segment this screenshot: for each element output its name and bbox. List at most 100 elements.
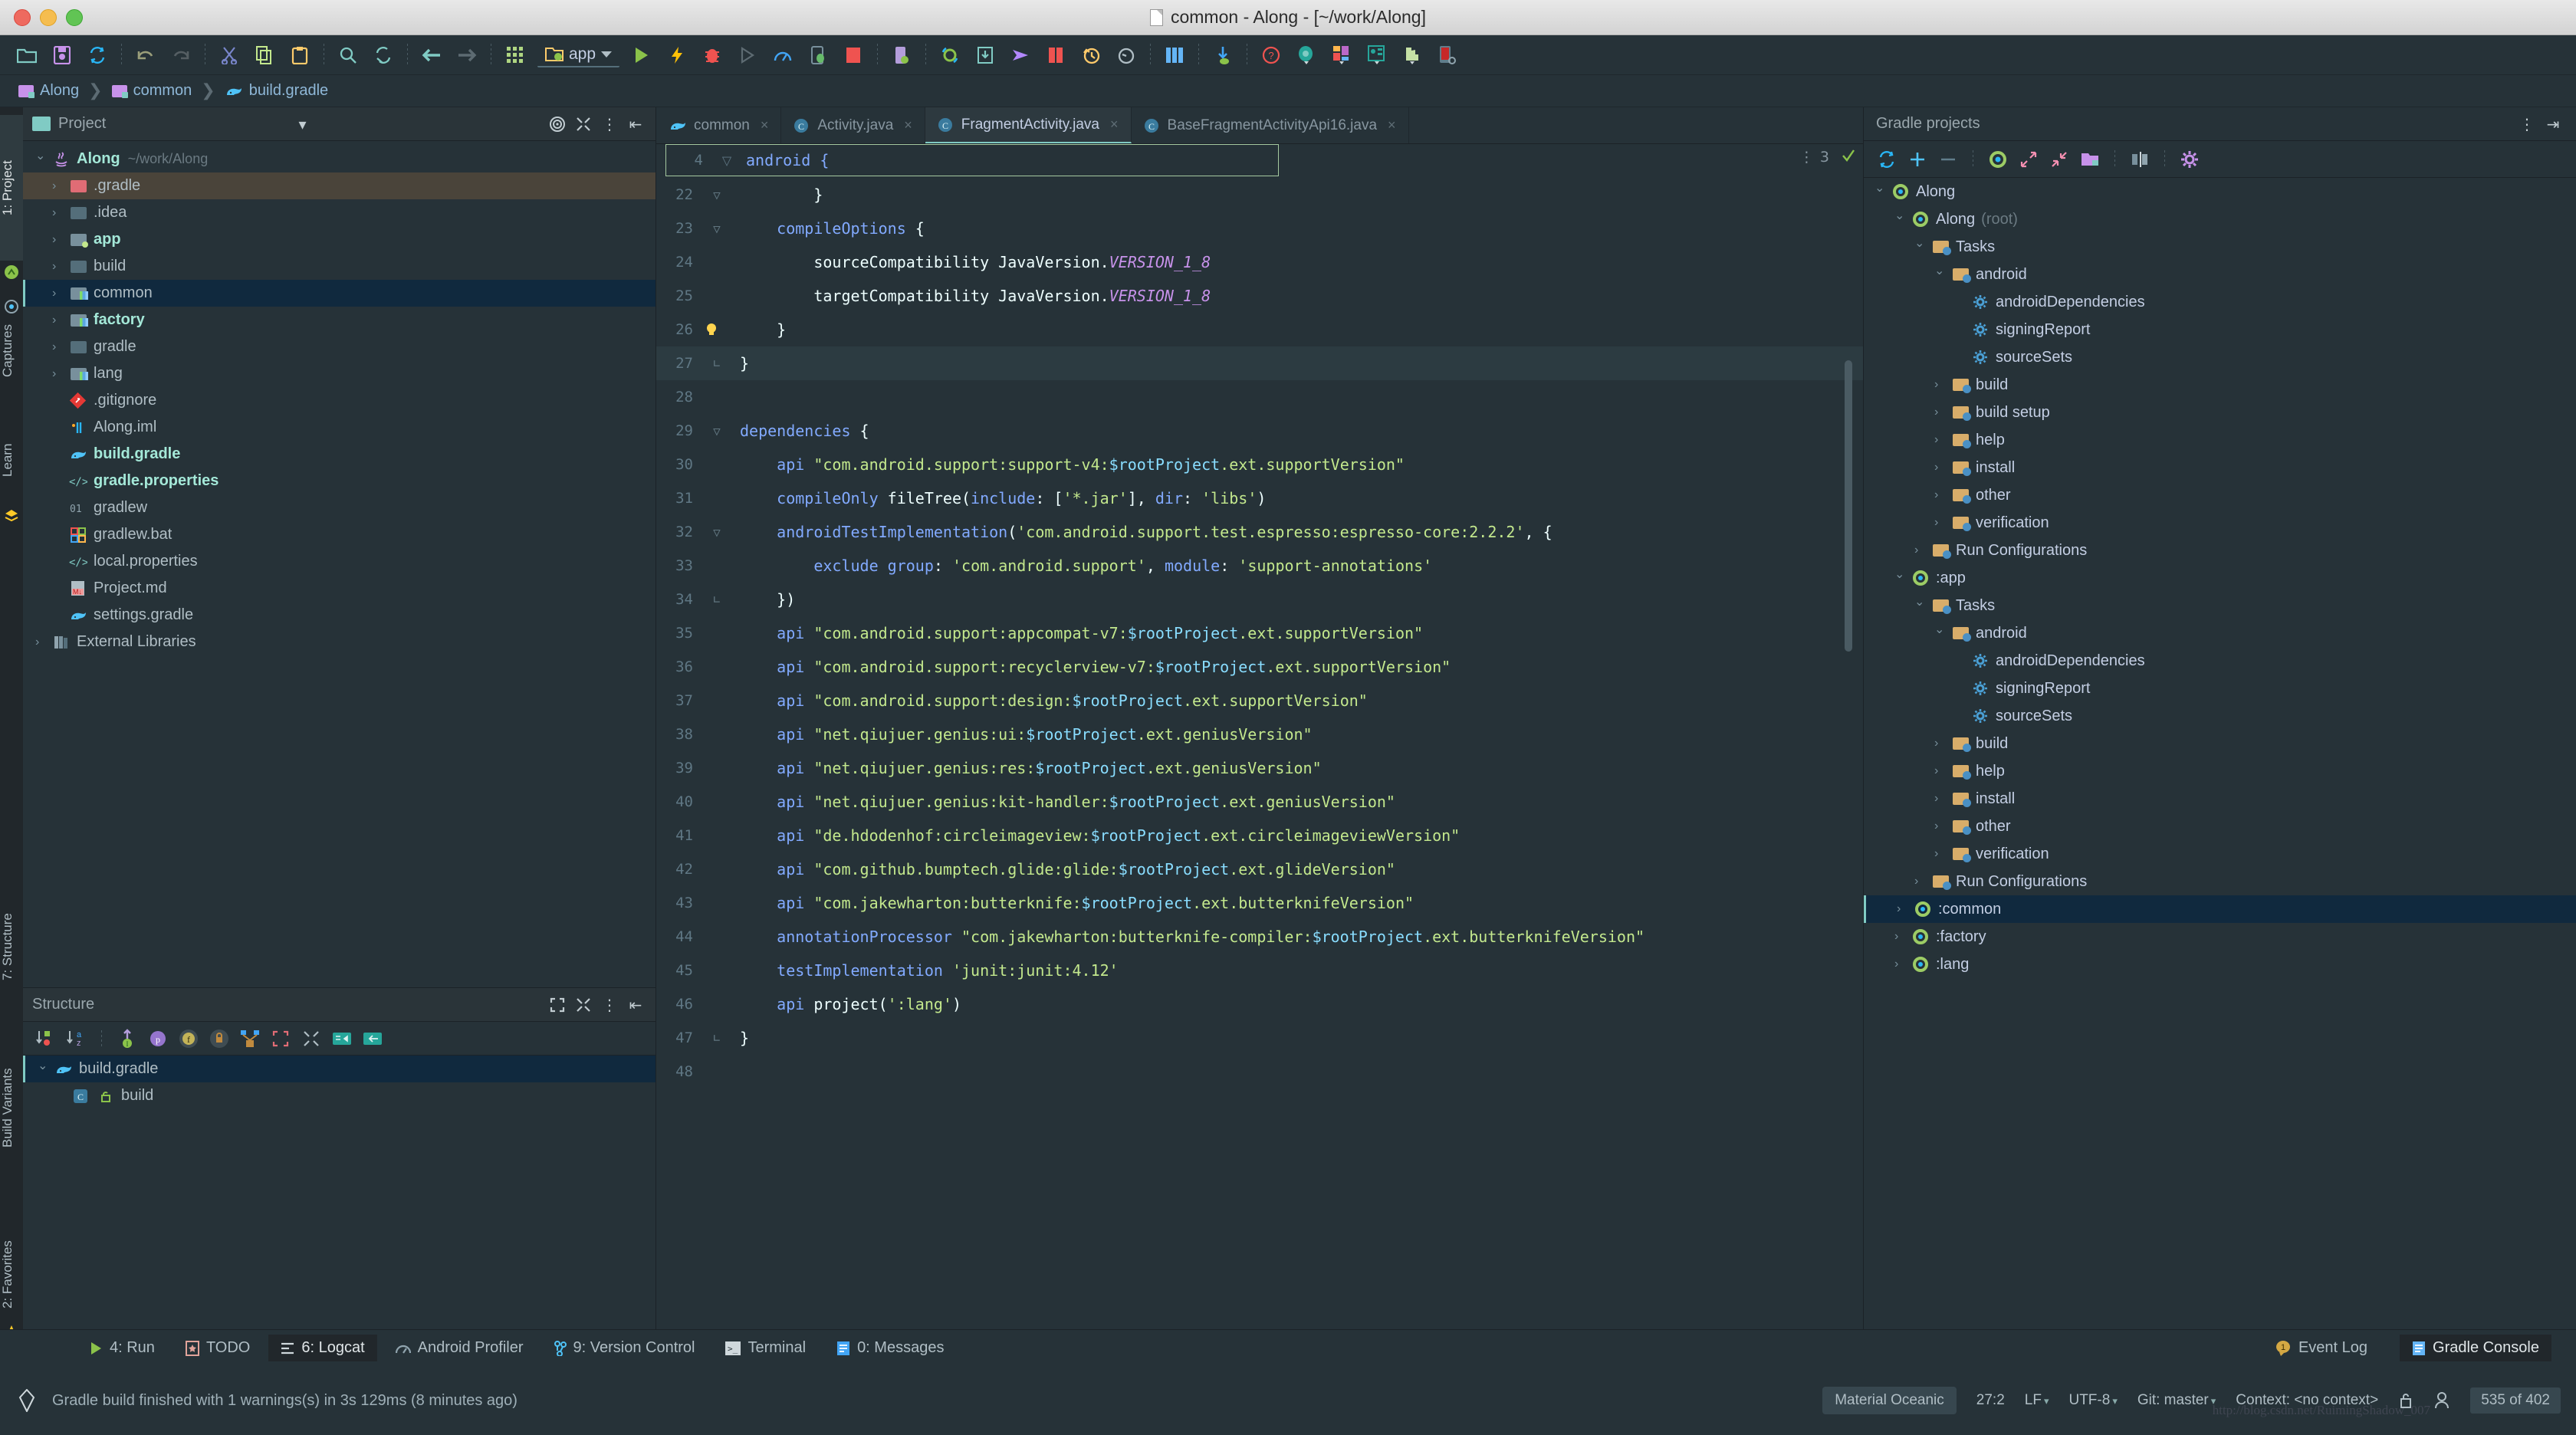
project-tree-item[interactable]: </> local.properties bbox=[23, 548, 656, 575]
hide-panel-icon[interactable]: ⇤ bbox=[625, 994, 646, 1016]
git-branch[interactable]: Git: master ▾ bbox=[2137, 1392, 2216, 1409]
chevron-right-icon[interactable] bbox=[1894, 957, 1911, 971]
code-line[interactable]: 28 bbox=[656, 380, 1863, 414]
copy-icon[interactable] bbox=[250, 41, 279, 70]
chevron-down-icon[interactable] bbox=[1914, 598, 1931, 613]
history-icon[interactable] bbox=[1076, 41, 1106, 70]
gradle-tree-item[interactable]: sourceSets bbox=[1864, 343, 2576, 371]
caret-position[interactable]: 27:2 bbox=[1976, 1392, 2005, 1409]
chevron-right-icon[interactable] bbox=[1934, 406, 1951, 419]
project-tree-item[interactable]: factory bbox=[23, 307, 656, 333]
editor-tab-overflow[interactable]: ⋮ 3 bbox=[1799, 149, 1829, 166]
structure-tree-item[interactable]: Cbuild bbox=[23, 1082, 656, 1109]
chevron-right-icon[interactable] bbox=[52, 367, 69, 381]
chevron-right-icon[interactable] bbox=[52, 179, 69, 193]
bottom-tab-todo[interactable]: TODO bbox=[173, 1335, 262, 1361]
show-fields-icon[interactable]: f bbox=[177, 1027, 200, 1050]
code-line[interactable]: 35 api "com.android.support:appcompat-v7… bbox=[656, 616, 1863, 650]
device-icon[interactable] bbox=[1433, 41, 1462, 70]
code-line[interactable]: 27 ∟} bbox=[656, 346, 1863, 380]
close-icon[interactable]: × bbox=[1388, 117, 1396, 133]
chevron-right-icon[interactable] bbox=[1934, 433, 1951, 447]
fold-end-icon[interactable]: ∟ bbox=[704, 593, 730, 607]
project-tree-item[interactable]: common bbox=[23, 280, 656, 307]
chevron-right-icon[interactable] bbox=[52, 206, 69, 220]
stop-icon[interactable] bbox=[839, 41, 868, 70]
gradle-tree-item[interactable]: signingReport bbox=[1864, 316, 2576, 343]
show-anonymous-icon[interactable] bbox=[238, 1027, 261, 1050]
resource-icon[interactable] bbox=[1362, 41, 1392, 70]
code-line[interactable]: 39 api "net.qiujuer.genius:res:$rootProj… bbox=[656, 751, 1863, 785]
search-icon[interactable] bbox=[334, 41, 363, 70]
attach-debugger-icon[interactable] bbox=[803, 41, 833, 70]
code-line[interactable]: 43 api "com.jakewharton:butterknife:$roo… bbox=[656, 886, 1863, 920]
fold-end-icon[interactable]: ∟ bbox=[704, 1031, 730, 1046]
apply-changes-icon[interactable] bbox=[662, 41, 692, 70]
chevron-down-icon[interactable] bbox=[35, 152, 52, 167]
collapse-all-icon[interactable] bbox=[300, 1027, 323, 1050]
collapse-all-icon[interactable] bbox=[573, 994, 594, 1016]
editor-tab-fragmentactivity-java[interactable]: C FragmentActivity.java × bbox=[925, 107, 1132, 143]
sidebar-item-learn[interactable]: Learn bbox=[0, 418, 23, 502]
gradle-tree-item[interactable]: Tasks bbox=[1864, 592, 2576, 619]
chevron-right-icon[interactable] bbox=[1894, 930, 1911, 944]
bottom-tab-event-log[interactable]: 1 Event Log bbox=[2262, 1335, 2380, 1361]
code-line[interactable]: 37 api "com.android.support:design:$root… bbox=[656, 684, 1863, 718]
autoscroll-to-source-icon[interactable] bbox=[330, 1027, 353, 1050]
chevron-down-icon[interactable] bbox=[1914, 239, 1931, 254]
code-line[interactable]: 46 api project(':lang') bbox=[656, 987, 1863, 1021]
sdk-download-icon[interactable] bbox=[971, 41, 1000, 70]
gradle-tree-item[interactable]: sourceSets bbox=[1864, 702, 2576, 730]
editor-tab-common[interactable]: common × bbox=[656, 107, 782, 143]
open-folder-icon[interactable] bbox=[12, 41, 41, 70]
undo-icon[interactable] bbox=[131, 41, 160, 70]
chevron-right-icon[interactable] bbox=[1934, 792, 1951, 806]
fold-end-icon[interactable]: ∟ bbox=[704, 356, 730, 371]
structure-tree-item[interactable]: build.gradle bbox=[23, 1056, 656, 1082]
send-icon[interactable] bbox=[1006, 41, 1035, 70]
inspection-status-icon[interactable] bbox=[1842, 149, 1855, 163]
run-task-icon[interactable] bbox=[1986, 147, 2010, 172]
fold-marker-icon[interactable]: ▽ bbox=[704, 424, 730, 438]
add-icon[interactable] bbox=[1905, 147, 1930, 172]
help-icon[interactable]: ? bbox=[1257, 41, 1286, 70]
project-tree-item[interactable]: .gitignore bbox=[23, 387, 656, 414]
chevron-right-icon[interactable] bbox=[52, 260, 69, 274]
code-line[interactable]: 22 ▽ } bbox=[656, 178, 1863, 212]
theme-indicator[interactable]: Material Oceanic bbox=[1822, 1387, 1957, 1414]
chevron-right-icon[interactable] bbox=[1934, 764, 1951, 778]
gradle-tree-item[interactable]: build bbox=[1864, 371, 2576, 399]
project-tree-item[interactable]: build bbox=[23, 253, 656, 280]
paste-icon[interactable] bbox=[285, 41, 314, 70]
revert-icon[interactable] bbox=[1112, 41, 1141, 70]
redo-icon[interactable] bbox=[166, 41, 196, 70]
code-line[interactable]: 34 ∟ }) bbox=[656, 583, 1863, 616]
gradle-tree-item[interactable]: Along bbox=[1864, 178, 2576, 205]
save-all-icon[interactable] bbox=[48, 41, 77, 70]
editor-tab-activity-java[interactable]: C Activity.java × bbox=[781, 107, 925, 143]
collapse-all-icon[interactable] bbox=[573, 113, 594, 135]
chevron-down-icon[interactable] bbox=[1875, 184, 1891, 199]
window-controls[interactable] bbox=[14, 9, 83, 26]
gradle-tree-item[interactable]: verification bbox=[1864, 840, 2576, 868]
forward-arrow-icon[interactable] bbox=[452, 41, 481, 70]
sidebar-item-build-variants[interactable]: Build Variants bbox=[0, 1020, 23, 1196]
code-line[interactable]: 24 sourceCompatibility JavaVersion.VERSI… bbox=[656, 245, 1863, 279]
chevron-down-icon[interactable] bbox=[1934, 626, 1951, 641]
gradle-tree-item[interactable]: help bbox=[1864, 757, 2576, 785]
gradle-tree-item[interactable]: verification bbox=[1864, 509, 2576, 537]
project-tree-item[interactable]: Along ~/work/Along bbox=[23, 146, 656, 172]
plugin-icon[interactable] bbox=[1398, 41, 1427, 70]
structure-tree[interactable]: build.gradle Cbuild bbox=[23, 1056, 656, 1109]
autoscroll-from-source-icon[interactable] bbox=[361, 1027, 384, 1050]
breadcrumb-item-2[interactable]: build.gradle bbox=[220, 82, 333, 100]
chevron-down-icon[interactable] bbox=[1934, 267, 1951, 282]
bottom-tab-android-profiler[interactable]: Android Profiler bbox=[383, 1335, 536, 1361]
code-line[interactable]: 48 bbox=[656, 1055, 1863, 1089]
gradle-tree-item[interactable]: build bbox=[1864, 730, 2576, 757]
code-line[interactable]: 44 annotationProcessor "com.jakewharton:… bbox=[656, 920, 1863, 954]
sidebar-item-structure[interactable]: 7: Structure bbox=[0, 874, 23, 1020]
gradle-tree-item[interactable]: Tasks bbox=[1864, 233, 2576, 261]
chevron-right-icon[interactable] bbox=[1934, 516, 1951, 530]
close-icon[interactable]: × bbox=[761, 117, 769, 133]
